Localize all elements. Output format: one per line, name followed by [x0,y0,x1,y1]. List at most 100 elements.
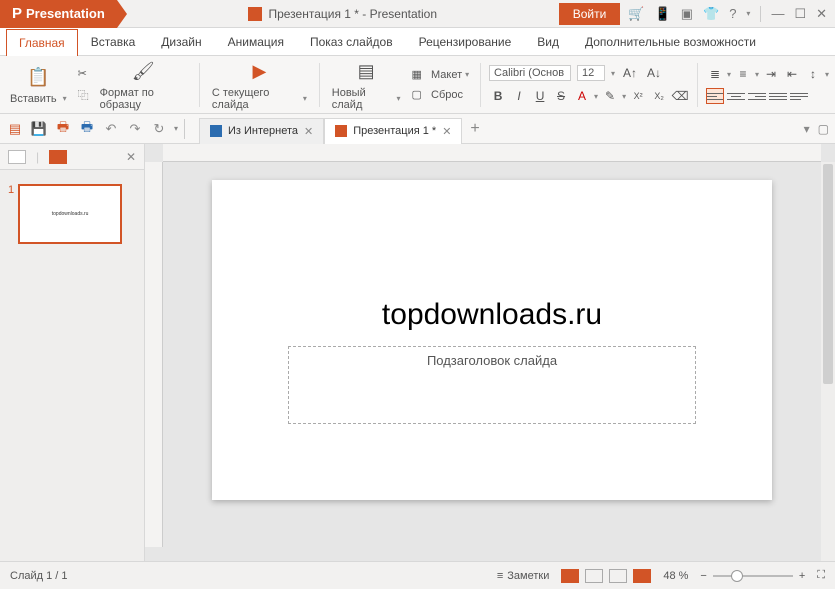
canvas-area: topdownloads.ru Подзаголовок слайда [145,144,835,561]
line-spacing-button[interactable]: ↕ [804,65,822,83]
close-icon[interactable]: ✕ [816,6,827,22]
doc-tab-internet[interactable]: Из Интернета ✕ [199,118,324,144]
screenshot-icon[interactable]: ▣ [681,6,693,22]
save-icon[interactable]: 💾 [30,120,48,138]
font-color-dropdown[interactable]: ▾ [594,92,598,101]
thumb-view-button[interactable] [8,150,26,164]
numbering-button[interactable]: ≡ [734,65,752,83]
zoom-thumb[interactable] [731,570,743,582]
panel-toggle-icon[interactable]: ▢ [818,122,829,136]
zoom-slider[interactable]: − + [700,570,805,582]
cart-icon[interactable]: 🛒 [628,6,644,22]
from-current-group[interactable]: ▶ С текущего слайда▾ [208,59,311,111]
print-preview-icon[interactable]: 🖶 [78,120,96,138]
layout-button[interactable]: ▦ Макет▾ [409,66,473,83]
align-left-button[interactable] [706,88,724,104]
subscript-button[interactable]: X₂ [650,87,668,105]
quickbar-dropdown[interactable]: ▾ [174,124,178,133]
sorter-view-button[interactable] [585,569,603,583]
minimize-icon[interactable]: — [771,6,784,21]
copy-button[interactable]: ⿻ [75,85,92,105]
zoom-in-button[interactable]: + [799,570,805,582]
bullets-button[interactable]: ≣ [706,65,724,83]
tab-insert[interactable]: Вставка [78,28,149,55]
view-buttons [561,569,651,583]
help-dropdown[interactable]: ▾ [746,9,750,18]
scrollbar-thumb[interactable] [823,164,833,384]
font-color-button[interactable]: A [573,87,591,105]
tab-design[interactable]: Дизайн [148,28,214,55]
cut-button[interactable]: ✂ [75,65,92,82]
thumbnail-slide[interactable]: topdownloads.ru [18,184,122,244]
align-center-button[interactable] [727,88,745,104]
repeat-icon[interactable]: ↻ [150,120,168,138]
underline-button[interactable]: U [531,87,549,105]
normal-view-button[interactable] [561,569,579,583]
print-icon[interactable]: 🖶 [54,120,72,138]
phone-icon[interactable]: 📱 [655,6,671,22]
highlight-dropdown[interactable]: ▾ [622,92,626,101]
skin-icon[interactable]: 👕 [703,6,719,22]
tab-slideshow[interactable]: Показ слайдов [297,28,406,55]
slide-number: 1 [8,184,14,244]
reset-label: Сброс [431,89,463,101]
outline-view-button[interactable] [49,150,67,164]
tab-view[interactable]: Вид [524,28,572,55]
font-size-select[interactable]: 12 [577,65,605,81]
slide-title[interactable]: topdownloads.ru [212,298,772,332]
app-badge: P Presentation [0,0,117,28]
paste-group[interactable]: 📋 Вставить▾ [6,65,71,105]
highlight-button[interactable]: ✎ [601,87,619,105]
add-tab-button[interactable]: + [462,120,487,138]
login-button[interactable]: Войти [559,3,621,25]
font-size-dropdown[interactable]: ▾ [611,69,615,78]
help-icon[interactable]: ? [729,6,736,21]
indent-increase-button[interactable]: ⇥ [762,65,780,83]
undo-icon[interactable]: ↶ [102,120,120,138]
new-doc-icon[interactable]: ▤ [6,120,24,138]
doc-icon [248,7,262,21]
superscript-button[interactable]: X² [629,87,647,105]
decrease-font-icon[interactable]: A↓ [645,64,663,82]
quickbar: ▤ 💾 🖶 🖶 ↶ ↷ ↻ ▾ Из Интернета ✕ Презентац… [0,114,835,144]
reading-view-button[interactable] [609,569,627,583]
redo-icon[interactable]: ↷ [126,120,144,138]
clear-format-button[interactable]: ⌫ [671,87,689,105]
fit-to-window-button[interactable]: ⛶ [817,569,825,582]
slide-subtitle[interactable]: Подзаголовок слайда [427,353,557,368]
window-title: Презентация 1 * - Presentation [127,7,559,21]
reset-button[interactable]: ▢ Сброс [409,86,473,103]
slideshow-view-button[interactable] [633,569,651,583]
strike-button[interactable]: S [552,87,570,105]
tab-list-icon[interactable]: ▾ [804,122,810,136]
tab-animation[interactable]: Анимация [215,28,297,55]
notes-button[interactable]: ≡ Заметки [497,570,550,582]
slide[interactable]: topdownloads.ru Подзаголовок слайда [212,180,772,500]
tab-review[interactable]: Рецензирование [406,28,525,55]
notes-label: Заметки [507,570,549,582]
close-tab-icon[interactable]: ✕ [304,125,313,138]
format-painter-group[interactable]: 🖌 Формат по образцу [96,59,191,111]
bold-button[interactable]: B [489,87,507,105]
font-name-select[interactable]: Calibri (Основ [489,65,571,81]
align-right-button[interactable] [748,88,766,104]
close-tab-icon[interactable]: ✕ [442,125,451,138]
increase-font-icon[interactable]: A↑ [621,64,639,82]
align-distribute-button[interactable] [790,88,808,104]
internet-icon [210,125,222,137]
align-justify-button[interactable] [769,88,787,104]
slide-subtitle-box[interactable]: Подзаголовок слайда [288,346,696,424]
italic-button[interactable]: I [510,87,528,105]
doc-tab-presentation[interactable]: Презентация 1 * ✕ [324,118,462,144]
new-slide-group[interactable]: ▤ Новый слайд▾ [328,59,405,111]
tab-home[interactable]: Главная [6,29,78,56]
zoom-out-button[interactable]: − [700,570,706,582]
indent-decrease-button[interactable]: ⇤ [783,65,801,83]
vertical-scrollbar[interactable] [821,162,835,561]
document-tabstrip: Из Интернета ✕ Презентация 1 * ✕ + [199,114,488,144]
close-panel-icon[interactable]: ✕ [126,150,136,164]
thumbnail-item[interactable]: 1 topdownloads.ru [8,184,136,244]
maximize-icon[interactable]: ☐ [794,6,806,22]
zoom-track[interactable] [713,575,793,577]
tab-more[interactable]: Дополнительные возможности [572,28,769,55]
